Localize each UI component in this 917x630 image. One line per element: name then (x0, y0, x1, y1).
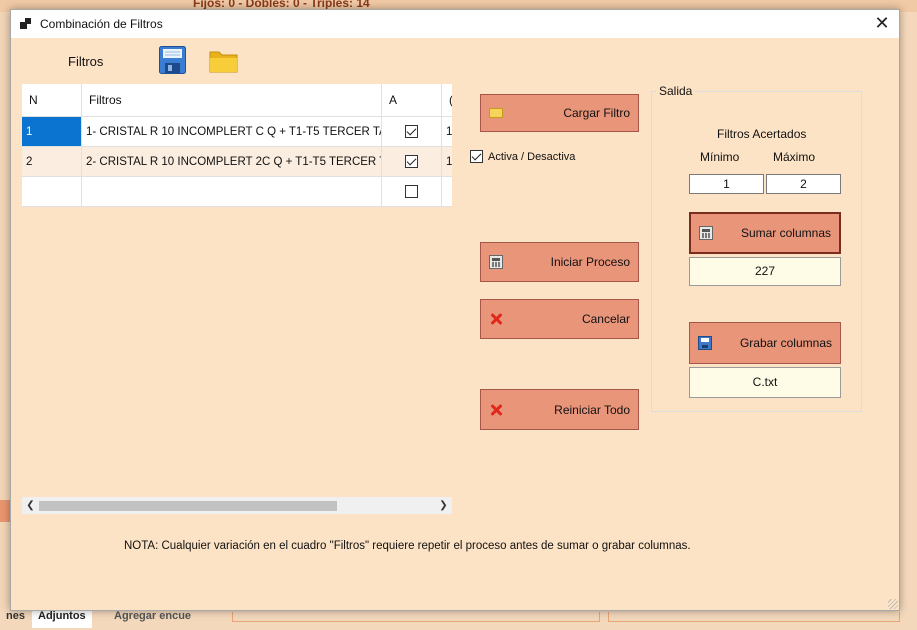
cell-filtro[interactable]: 2- CRISTAL R 10 INCOMPLERT 2C Q + T1-T5 … (82, 147, 382, 177)
cell-filtro[interactable]: 1- CRISTAL R 10 INCOMPLERT C Q + T1-T5 T… (82, 117, 382, 147)
floppy-disk-icon (698, 336, 712, 350)
column-header-extra[interactable]: ( (442, 84, 452, 117)
iniciar-proceso-button[interactable]: Iniciar Proceso (480, 242, 639, 282)
background-tab-agregar[interactable]: Agregar encue (108, 610, 197, 628)
column-header-n[interactable]: N (22, 84, 82, 117)
cancelar-label: Cancelar (581, 312, 630, 326)
red-x-icon (489, 403, 503, 417)
row-active-checkbox[interactable] (405, 155, 418, 168)
row-active-checkbox[interactable] (405, 185, 418, 198)
table-row-new[interactable] (22, 177, 452, 207)
cell-n[interactable]: 1 (22, 117, 82, 147)
iniciar-proceso-label: Iniciar Proceso (550, 255, 630, 269)
minimo-input[interactable]: 1 (689, 174, 764, 194)
cell-n[interactable]: 2 (22, 147, 82, 177)
cell-extra[interactable]: 1 (442, 147, 452, 177)
cargar-filtro-button[interactable]: Cargar Filtro (480, 94, 639, 132)
sumar-columnas-button[interactable]: Sumar columnas (689, 212, 841, 254)
activa-label: Activa / Desactiva (488, 151, 576, 163)
cell-a[interactable] (382, 147, 442, 177)
cell-extra[interactable]: 1 (442, 117, 452, 147)
horizontal-scrollbar[interactable]: ❮ ❯ (22, 497, 452, 514)
cell-a[interactable] (382, 117, 442, 147)
background-left-panel (0, 12, 10, 612)
cell-extra[interactable] (442, 177, 452, 207)
filtros-label: Filtros (68, 54, 104, 69)
close-button[interactable]: ✕ (865, 10, 899, 38)
maximo-label: Máximo (773, 150, 816, 164)
background-right-panel (899, 12, 917, 612)
minimo-label: Mínimo (700, 150, 740, 164)
title-bar[interactable]: Combinación de Filtros ✕ (11, 10, 899, 38)
activa-checkbox[interactable] (470, 150, 483, 163)
table-row[interactable]: 2 2- CRISTAL R 10 INCOMPLERT 2C Q + T1-T… (22, 147, 452, 177)
grabar-result-box: C.txt (689, 367, 841, 398)
scroll-right-icon[interactable]: ❯ (435, 497, 452, 514)
background-tab-1[interactable]: nes (0, 610, 31, 628)
row-active-checkbox[interactable] (405, 125, 418, 138)
filters-grid[interactable]: N Filtros A ( 1 1- CRISTAL R 10 INCOMPLE… (22, 84, 452, 210)
sumar-result-box: 227 (689, 257, 841, 286)
cancelar-button[interactable]: Cancelar (480, 299, 639, 339)
folder-icon[interactable] (209, 48, 239, 74)
background-field (232, 612, 600, 622)
reiniciar-todo-button[interactable]: Reiniciar Todo (480, 389, 639, 430)
background-field (608, 612, 900, 622)
background-left-button (0, 500, 10, 522)
resize-grip-icon[interactable] (888, 599, 898, 609)
red-x-icon (489, 312, 503, 326)
scrollbar-thumb[interactable] (39, 501, 337, 511)
column-header-a[interactable]: A (382, 84, 442, 117)
table-row[interactable]: 1 1- CRISTAL R 10 INCOMPLERT C Q + T1-T5… (22, 117, 452, 147)
folder-icon (489, 108, 503, 118)
cargar-filtro-label: Cargar Filtro (563, 106, 630, 120)
grid-header: N Filtros A ( (22, 84, 452, 117)
reiniciar-todo-label: Reiniciar Todo (554, 402, 630, 417)
cell-a[interactable] (382, 177, 442, 207)
calculator-icon (489, 255, 503, 269)
window-icon (20, 18, 32, 30)
grabar-columnas-label: Grabar columnas (739, 336, 832, 350)
dialog-title: Combinación de Filtros (40, 17, 163, 31)
cell-n[interactable] (22, 177, 82, 207)
filtros-acertados-label: Filtros Acertados (717, 127, 807, 141)
floppy-disk-icon[interactable] (159, 46, 186, 74)
sumar-columnas-label: Sumar columnas (740, 226, 831, 240)
scroll-left-icon[interactable]: ❮ (22, 497, 39, 514)
calculator-icon (699, 226, 713, 240)
cell-filtro[interactable] (82, 177, 382, 207)
column-header-filtros[interactable]: Filtros (82, 84, 382, 117)
grabar-columnas-button[interactable]: Grabar columnas (689, 322, 841, 364)
background-tab-adjuntos[interactable]: Adjuntos (32, 610, 92, 628)
note-text: NOTA: Cualquier variación en el cuadro "… (124, 540, 691, 552)
salida-title: Salida (656, 84, 696, 98)
maximo-input[interactable]: 2 (766, 174, 841, 194)
